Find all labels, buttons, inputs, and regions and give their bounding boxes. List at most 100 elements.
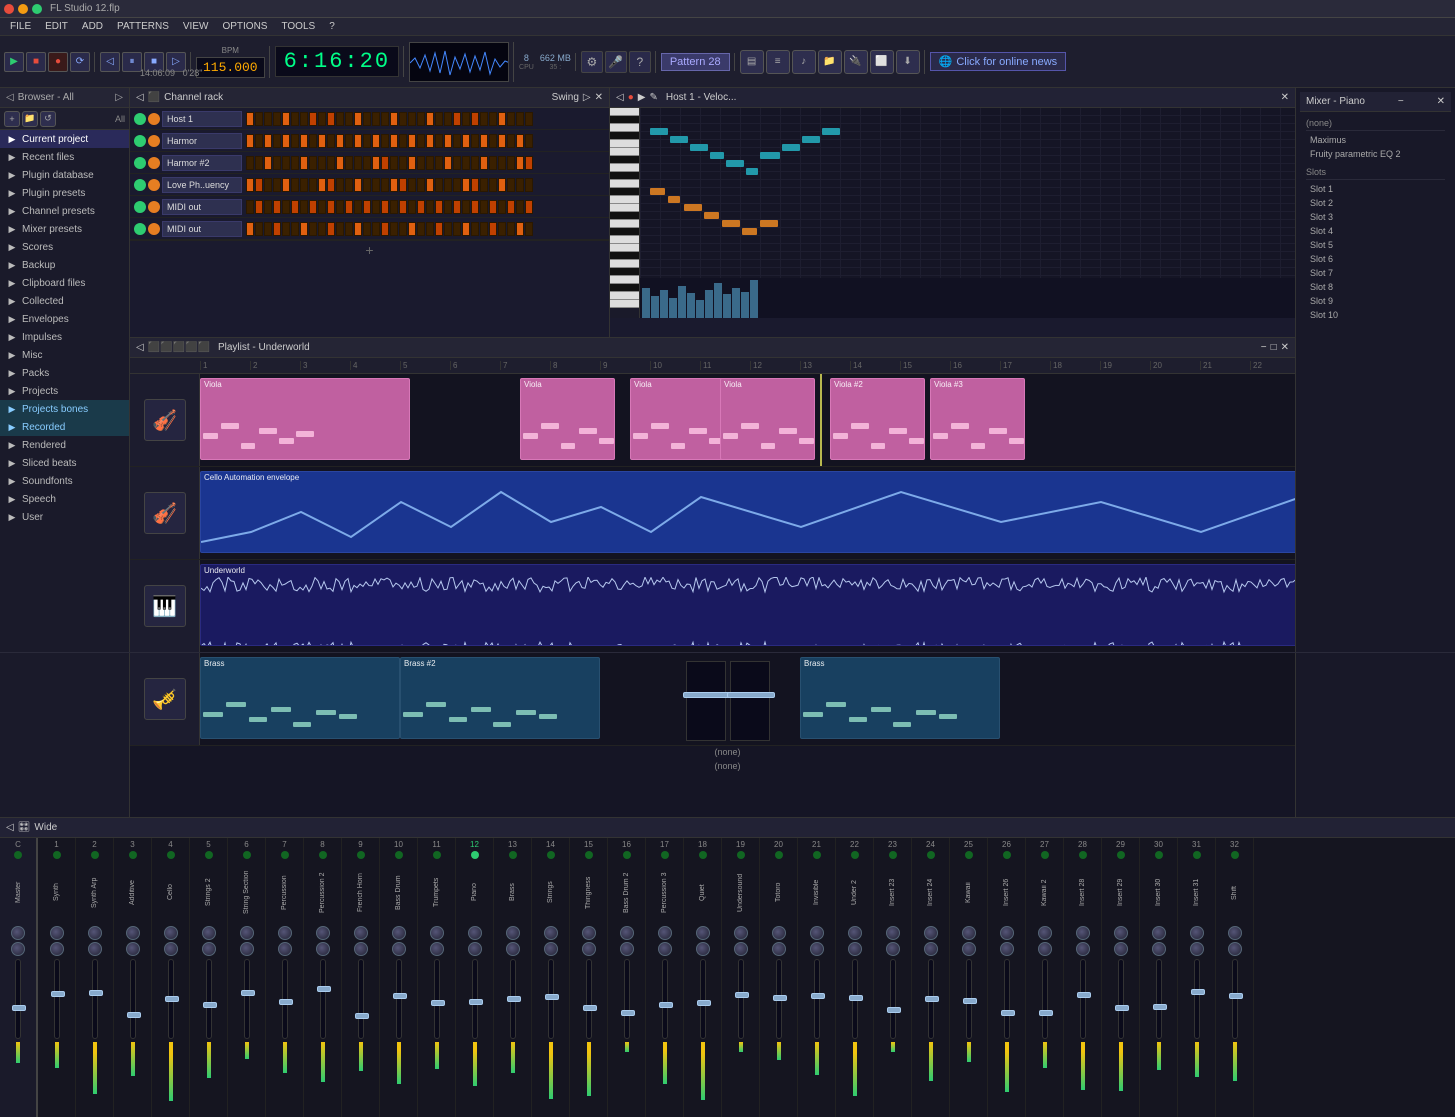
step-pad-0-24[interactable] bbox=[462, 112, 470, 126]
step-pad-3-27[interactable] bbox=[489, 178, 497, 192]
mixer-knob-32-1[interactable] bbox=[1228, 942, 1242, 956]
track-block-0-1[interactable]: Viola bbox=[520, 378, 615, 460]
piano-key-12[interactable] bbox=[610, 204, 639, 212]
cr-mute-btn-5[interactable] bbox=[134, 223, 146, 235]
step-pad-2-8[interactable] bbox=[318, 156, 326, 170]
piano-key-16[interactable] bbox=[610, 236, 639, 244]
pl-close[interactable]: ✕ bbox=[1281, 342, 1289, 353]
cr-mute-btn-4[interactable] bbox=[134, 201, 146, 213]
piano-key-19[interactable] bbox=[610, 260, 639, 268]
mixer-right-close[interactable]: ✕ bbox=[1437, 96, 1445, 107]
step-pad-4-23[interactable] bbox=[453, 200, 461, 214]
mixer-fader-thumb-17[interactable] bbox=[659, 1002, 673, 1008]
step-pad-2-15[interactable] bbox=[381, 156, 389, 170]
mixer-knob-4-1[interactable] bbox=[164, 942, 178, 956]
pl-maximize[interactable]: □ bbox=[1271, 342, 1277, 353]
step-pad-5-26[interactable] bbox=[480, 222, 488, 236]
mixer-knob-19-0[interactable] bbox=[734, 926, 748, 940]
step-pad-4-21[interactable] bbox=[435, 200, 443, 214]
sidebar-item-channel-presets[interactable]: ▶Channel presets bbox=[0, 202, 129, 220]
mixer-knob-27-1[interactable] bbox=[1038, 942, 1052, 956]
slot-5[interactable]: Slot 5 bbox=[1306, 238, 1445, 252]
mixer-knob-10-1[interactable] bbox=[392, 942, 406, 956]
slot-6[interactable]: Slot 6 bbox=[1306, 252, 1445, 266]
mixer-send-eq[interactable]: Fruity parametric EQ 2 bbox=[1306, 147, 1445, 161]
step-pad-1-22[interactable] bbox=[444, 134, 452, 148]
mixer-led-9[interactable] bbox=[357, 851, 365, 859]
step-pad-1-29[interactable] bbox=[507, 134, 515, 148]
mixer-led-4[interactable] bbox=[167, 851, 175, 859]
piano-key-24[interactable] bbox=[610, 300, 639, 308]
step-pad-4-20[interactable] bbox=[426, 200, 434, 214]
mixer-fader-thumb-15[interactable] bbox=[583, 1005, 597, 1011]
step-pad-3-15[interactable] bbox=[381, 178, 389, 192]
sidebar-item-projects[interactable]: ▶Projects bbox=[0, 382, 129, 400]
cr-solo-btn-5[interactable] bbox=[148, 223, 160, 235]
step-pad-4-12[interactable] bbox=[354, 200, 362, 214]
mixer-fader-thumb-6[interactable] bbox=[241, 990, 255, 996]
mixer-led-15[interactable] bbox=[585, 851, 593, 859]
step-pad-4-10[interactable] bbox=[336, 200, 344, 214]
sidebar-item-plugin-database[interactable]: ▶Plugin database bbox=[0, 166, 129, 184]
slot-1[interactable]: Slot 1 bbox=[1306, 182, 1445, 196]
mixer-knob-11-1[interactable] bbox=[430, 942, 444, 956]
pr-note-grid[interactable] bbox=[640, 108, 1295, 318]
mixer-led-12[interactable] bbox=[471, 851, 479, 859]
mixer-channel-26[interactable]: 26Insert 26 bbox=[988, 838, 1026, 1117]
step-pad-3-2[interactable] bbox=[264, 178, 272, 192]
mixer-fader-thumb-30[interactable] bbox=[1153, 1004, 1167, 1010]
mixer-fader-thumb-11[interactable] bbox=[431, 1000, 445, 1006]
step-pad-5-31[interactable] bbox=[525, 222, 533, 236]
playlist-toggle[interactable]: ≡ bbox=[766, 50, 790, 74]
step-pad-1-15[interactable] bbox=[381, 134, 389, 148]
sidebar-item-scores[interactable]: ▶Scores bbox=[0, 238, 129, 256]
step-pad-5-22[interactable] bbox=[444, 222, 452, 236]
step-pad-0-28[interactable] bbox=[498, 112, 506, 126]
mixer-channel-20[interactable]: 20Totoro bbox=[760, 838, 798, 1117]
step-pad-1-18[interactable] bbox=[408, 134, 416, 148]
step-pad-5-19[interactable] bbox=[417, 222, 425, 236]
step-pad-5-29[interactable] bbox=[507, 222, 515, 236]
step-pad-3-19[interactable] bbox=[417, 178, 425, 192]
mixer-led-28[interactable] bbox=[1079, 851, 1087, 859]
step-pad-1-1[interactable] bbox=[255, 134, 263, 148]
play-button[interactable]: ▶ bbox=[4, 52, 24, 72]
step-pad-0-26[interactable] bbox=[480, 112, 488, 126]
step-pad-4-17[interactable] bbox=[399, 200, 407, 214]
mixer-fader-thumb-8[interactable] bbox=[317, 986, 331, 992]
mixer-channel-10[interactable]: 10Bass Drum bbox=[380, 838, 418, 1117]
mixer-knob-19-1[interactable] bbox=[734, 942, 748, 956]
step-pad-0-29[interactable] bbox=[507, 112, 515, 126]
piano-key-17[interactable] bbox=[610, 244, 639, 252]
slot-7[interactable]: Slot 7 bbox=[1306, 266, 1445, 280]
mixer-channel-17[interactable]: 17Percussion 3 bbox=[646, 838, 684, 1117]
step-pad-0-9[interactable] bbox=[327, 112, 335, 126]
step-pad-2-28[interactable] bbox=[498, 156, 506, 170]
step-pad-1-20[interactable] bbox=[426, 134, 434, 148]
step-pad-4-3[interactable] bbox=[273, 200, 281, 214]
step-pad-0-1[interactable] bbox=[255, 112, 263, 126]
step-pad-3-29[interactable] bbox=[507, 178, 515, 192]
mixer-knob-30-0[interactable] bbox=[1152, 926, 1166, 940]
step-pad-4-25[interactable] bbox=[471, 200, 479, 214]
pr-close[interactable]: ✕ bbox=[1281, 92, 1289, 103]
mixer-knob-22-0[interactable] bbox=[848, 926, 862, 940]
step-pad-5-13[interactable] bbox=[363, 222, 371, 236]
mixer-led-2[interactable] bbox=[91, 851, 99, 859]
piano-key-22[interactable] bbox=[610, 284, 639, 292]
mixer-fader-thumb-10[interactable] bbox=[393, 993, 407, 999]
mixer-led-3[interactable] bbox=[129, 851, 137, 859]
step-pad-1-14[interactable] bbox=[372, 134, 380, 148]
mixer-channel-11[interactable]: 11Trumpets bbox=[418, 838, 456, 1117]
mixer-knob-31-0[interactable] bbox=[1190, 926, 1204, 940]
mixer-right-min[interactable]: − bbox=[1398, 96, 1404, 107]
step-pad-5-6[interactable] bbox=[300, 222, 308, 236]
step-pad-0-12[interactable] bbox=[354, 112, 362, 126]
slot-8[interactable]: Slot 8 bbox=[1306, 280, 1445, 294]
mixer-fader-thumb-21[interactable] bbox=[811, 993, 825, 999]
step-pad-2-7[interactable] bbox=[309, 156, 317, 170]
mixer-knob-29-1[interactable] bbox=[1114, 942, 1128, 956]
bpm-display[interactable]: 115.000 bbox=[196, 57, 265, 78]
mixer-knob-13-1[interactable] bbox=[506, 942, 520, 956]
help-icon[interactable]: ? bbox=[629, 51, 651, 73]
